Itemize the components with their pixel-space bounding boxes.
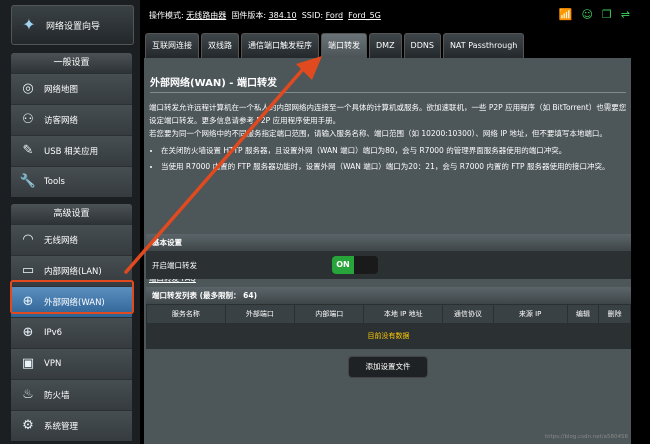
col-edit: 编辑 [566, 304, 600, 324]
sidebar-item-label: IPv6 [44, 328, 63, 338]
sidebar-item-ipv6[interactable]: ⊕ IPv6 [11, 317, 132, 348]
lan-icon: ▭ [21, 263, 35, 278]
sidebar-item-label: VPN [44, 359, 62, 369]
sidebar-item-label: 网络地图 [44, 85, 79, 95]
col-service-name: 服务名称 [146, 304, 226, 324]
ssid-label: SSID: [301, 11, 324, 20]
col-protocol: 通信协议 [442, 304, 494, 324]
right-edge [631, 0, 650, 444]
sidebar-item-label: 系统管理 [44, 422, 79, 432]
top-status-icons: 📶 ☺ ❐ ⇌ [559, 8, 630, 21]
tab-dual-wan[interactable]: 双线路 [201, 33, 239, 58]
tab-port-forwarding[interactable]: 端口转发 [321, 33, 367, 58]
wan-highlight-box [10, 280, 134, 314]
table-header-row: 服务名称 外部端口 内部端口 本地 IP 地址 通信协议 来源 IP 编辑 删除 [146, 304, 631, 324]
vpn-icon: ▣ [21, 356, 35, 371]
wizard-icon: ✦ [22, 15, 36, 34]
port-forwarding-table: 服务名称 外部端口 内部端口 本地 IP 地址 通信协议 来源 IP 编辑 删除… [146, 304, 631, 349]
firmware-label: 固件版本: [231, 11, 267, 20]
status-bar: 操作模式: 无线路由器 固件版本: 384.10 SSID: Ford Ford… [140, 0, 630, 30]
tab-nat-passthrough[interactable]: NAT Passthrough [442, 33, 525, 58]
toggle-on-label: ON [332, 256, 354, 274]
description-paragraph-2: 若您要为同一个网络中的不同服务指定端口范围，请输入服务名称、端口范围（如 102… [149, 129, 607, 138]
sidebar-item-label: 内部网络(LAN) [44, 267, 102, 277]
sidebar-item-usb-apps[interactable]: ✎ USB 相关应用 [11, 135, 132, 166]
network-map-icon: ◎ [22, 81, 34, 96]
general-settings-header: 一般设置 [11, 53, 132, 73]
note-item: 在关闭防火墙设置 HTTP 服务器，且设置外网（WAN 端口）端口为80，会与 … [161, 144, 629, 157]
port-forwarding-toggle[interactable]: ON [332, 256, 378, 274]
sidebar-item-label: 防火墙 [44, 391, 70, 401]
add-profile-button[interactable]: 添加设置文件 [348, 356, 428, 378]
notes-list: 在关闭防火墙设置 HTTP 服务器，且设置外网（WAN 端口）端口为80，会与 … [149, 144, 629, 173]
usb-icon[interactable]: ⇌ [621, 8, 630, 21]
note-item: 当使用 R7000 内置的 FTP 服务器功能时，设置外网（WAN 端口）端口为… [161, 160, 629, 173]
sidebar-item-administration[interactable]: ⚙ 系统管理 [11, 410, 132, 441]
col-source-ip: 来源 IP [492, 304, 568, 324]
title-divider [150, 92, 626, 93]
empty-state-text: 目前没有数据 [146, 323, 631, 349]
sidebar-item-tools[interactable]: 🔧 Tools [11, 166, 132, 197]
wrench-icon: 🔧 [19, 174, 37, 189]
sidebar: ✦ 网络设置向导 一般设置 ◎ 网络地图 ⚇ 访客网络 ✎ USB 相关应用 🔧… [0, 0, 140, 444]
advanced-settings-section: 高级设置 ◠ 无线网络 ▭ 内部网络(LAN) ⊕ 外部网络(WAN) ⊕ IP… [11, 204, 132, 441]
tab-ddns[interactable]: DDNS [403, 33, 441, 58]
ssid-5g[interactable]: Ford_5G [348, 11, 381, 20]
firewall-icon: ♨ [22, 387, 34, 402]
sidebar-item-firewall[interactable]: ♨ 防火墙 [11, 379, 132, 410]
sidebar-item-label: 无线网络 [44, 236, 79, 246]
main-panel: 外部网络(WAN) - 端口转发 端口转发允许远程计算机在一个私人的内部网络内连… [144, 58, 631, 444]
tab-dmz[interactable]: DMZ [369, 33, 402, 58]
enable-port-forwarding-label: 开启端口转发 [152, 260, 197, 270]
description-paragraph-1: 端口转发允许远程计算机在一个私人的内部网络内连接至一个具体的计算机或服务。欲加速… [149, 103, 627, 125]
network-setup-wizard-button[interactable]: ✦ 网络设置向导 [11, 5, 134, 45]
table-row: 目前没有数据 [146, 323, 631, 349]
sidebar-item-label: USB 相关应用 [44, 147, 99, 157]
sidebar-item-network-map[interactable]: ◎ 网络地图 [11, 73, 132, 104]
usb-app-icon: ✎ [22, 143, 34, 158]
advanced-settings-header: 高级设置 [11, 204, 132, 224]
basic-settings-box: 基本设置 开启端口转发 ON [146, 234, 631, 279]
tab-bar: 互联网连接 双线路 通信端口触发程序 端口转发 DMZ DDNS NAT Pas… [145, 33, 526, 58]
watermark: https://blog.csdn.net/a580456 [544, 434, 628, 440]
sidebar-item-vpn[interactable]: ▣ VPN [11, 348, 132, 379]
col-internal-port: 内部端口 [294, 304, 365, 324]
admin-gear-icon: ⚙ [22, 418, 34, 433]
wifi-icon[interactable]: 📶 [559, 8, 573, 21]
col-local-ip: 本地 IP 地址 [363, 304, 444, 324]
status-text: 操作模式: 无线路由器 固件版本: 384.10 SSID: Ford Ford… [149, 10, 381, 21]
sidebar-item-wireless[interactable]: ◠ 无线网络 [11, 224, 132, 255]
ssid-24g[interactable]: Ford [326, 11, 343, 20]
list-header: 端口转发列表 (最多限制： 64) [146, 287, 631, 304]
page-description: 端口转发允许远程计算机在一个私人的内部网络内连接至一个具体的计算机或服务。欲加速… [149, 101, 629, 176]
sidebar-item-label: 访客网络 [44, 116, 79, 126]
mode-label: 操作模式: [149, 11, 184, 20]
mode-link[interactable]: 无线路由器 [186, 11, 226, 20]
basic-settings-header: 基本设置 [146, 234, 631, 251]
user-icon[interactable]: ☺ [581, 8, 592, 21]
firmware-link[interactable]: 384.10 [269, 11, 297, 20]
sidebar-item-guest-network[interactable]: ⚇ 访客网络 [11, 104, 132, 135]
ipv6-icon: ⊕ [22, 325, 34, 340]
guest-network-icon: ⚇ [22, 112, 34, 127]
copy-icon[interactable]: ❐ [602, 8, 612, 21]
page-title: 外部网络(WAN) - 端口转发 [150, 78, 277, 89]
wireless-icon: ◠ [22, 232, 34, 247]
col-delete: 删除 [598, 304, 631, 324]
sidebar-item-label: Tools [44, 177, 65, 187]
tab-port-trigger[interactable]: 通信端口触发程序 [241, 33, 319, 58]
wizard-label: 网络设置向导 [46, 21, 101, 32]
enable-port-forwarding-row: 开启端口转发 ON [146, 251, 631, 279]
port-forwarding-list-box: 端口转发列表 (最多限制： 64) 服务名称 外部端口 内部端口 本地 IP 地… [146, 287, 631, 349]
tab-internet[interactable]: 互联网连接 [145, 33, 199, 58]
col-external-port: 外部端口 [224, 304, 296, 324]
general-settings-section: 一般设置 ◎ 网络地图 ⚇ 访客网络 ✎ USB 相关应用 🔧 Tools [11, 53, 132, 197]
